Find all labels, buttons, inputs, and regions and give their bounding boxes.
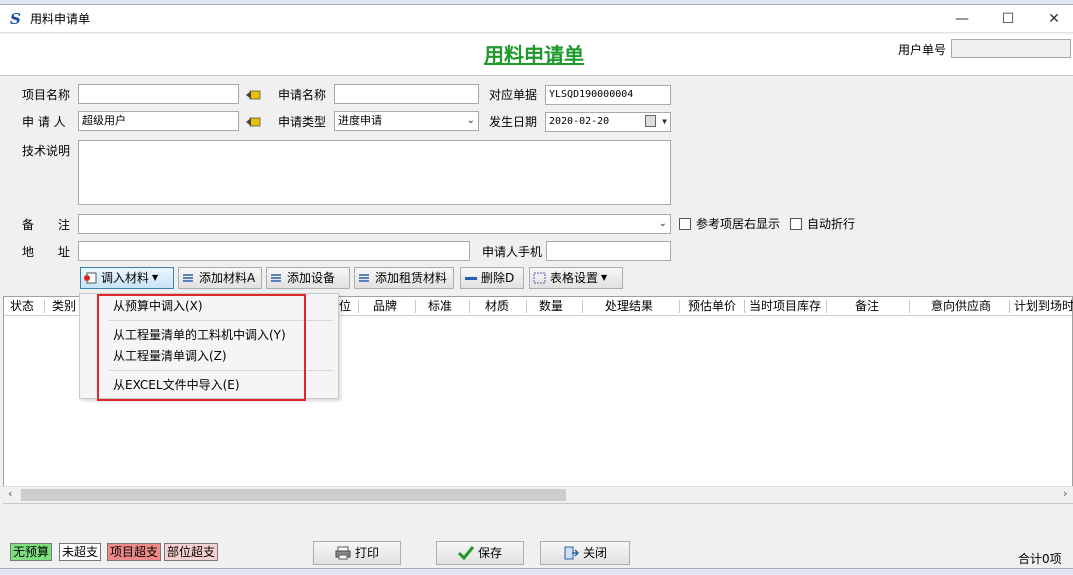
date-value: 2020-02-20 — [549, 116, 610, 127]
add-equipment-label: 添加设备 — [287, 271, 336, 285]
remark-combo[interactable]: ⌄ — [78, 214, 671, 234]
legend-no-budget: 无预算 — [10, 543, 53, 561]
minus-icon — [465, 277, 477, 280]
form-header: 用料申请单 用户单号 — [0, 34, 1073, 76]
col-stock[interactable]: 当时项目库存 — [749, 298, 821, 314]
auto-wrap-label: 自动折行 — [807, 217, 856, 231]
close-window-button[interactable]: ✕ — [1031, 5, 1073, 33]
exit-door-icon — [564, 546, 579, 560]
remark-label: 备 注 — [22, 218, 71, 232]
ref-right-checkbox[interactable] — [679, 218, 691, 230]
form-title: 用料申请单 — [484, 43, 584, 67]
date-label: 发生日期 — [489, 115, 538, 129]
ref-right-label: 参考项居右显示 — [696, 217, 781, 231]
project-name-field[interactable] — [78, 84, 239, 104]
add-material-button[interactable]: 添加材料A — [178, 267, 262, 289]
close-label: 关闭 — [582, 546, 607, 560]
user-no-label: 用户单号 — [898, 43, 947, 57]
save-label: 保存 — [477, 546, 502, 560]
legend-project-over: 项目超支 — [107, 543, 162, 561]
apply-name-label: 申请名称 — [278, 88, 327, 102]
col-plan-arrival[interactable]: 计划到场时 — [1014, 298, 1073, 314]
user-no-field[interactable] — [951, 39, 1071, 58]
col-category[interactable]: 类别 — [52, 298, 76, 314]
project-picker-icon[interactable] — [246, 89, 262, 101]
add-rows-icon — [359, 274, 369, 282]
print-button[interactable]: 打印 — [313, 541, 401, 565]
printer-icon — [335, 546, 351, 560]
col-standard[interactable]: 标准 — [428, 298, 452, 314]
import-material-label: 调入材料 — [101, 271, 150, 285]
col-brand[interactable]: 品牌 — [373, 298, 397, 314]
scroll-right-icon[interactable]: › — [1063, 487, 1067, 501]
scroll-left-icon[interactable]: ‹ — [8, 487, 12, 501]
ref-doc-field[interactable]: YLSQD190000004 — [545, 85, 671, 105]
tech-textarea[interactable] — [78, 140, 671, 205]
applicant-picker-icon[interactable] — [246, 116, 262, 128]
add-rows-icon — [183, 274, 193, 282]
add-equipment-button[interactable]: 添加设备 — [266, 267, 350, 289]
chevron-down-icon: ▼ — [662, 117, 667, 126]
applicant-field[interactable]: 超级用户 — [78, 111, 239, 131]
checkmark-icon — [457, 546, 474, 560]
col-quantity[interactable]: 数量 — [539, 298, 563, 314]
add-rows-icon — [271, 274, 281, 282]
taskbar-strip-bottom — [0, 568, 1073, 575]
apply-type-value: 进度申请 — [338, 114, 382, 127]
col-material[interactable]: 材质 — [485, 298, 509, 314]
legend-not-over: 未超支 — [59, 543, 102, 561]
print-label: 打印 — [354, 546, 379, 560]
phone-label: 申请人手机 — [482, 245, 543, 259]
chevron-down-icon: ⌄ — [466, 115, 475, 126]
add-material-label: 添加材料A — [199, 271, 256, 285]
delete-button[interactable]: 删除D — [460, 267, 524, 289]
applicant-label: 申 请 人 — [22, 115, 66, 129]
col-remark[interactable]: 备注 — [855, 298, 879, 314]
apply-type-select[interactable]: 进度申请 ⌄ — [334, 111, 479, 131]
add-lease-label: 添加租赁材料 — [375, 271, 448, 285]
project-name-label: 项目名称 — [22, 88, 71, 102]
auto-wrap-checkbox[interactable] — [790, 218, 802, 230]
chevron-down-icon: ▼ — [601, 273, 608, 282]
calendar-icon — [645, 115, 656, 127]
apply-name-field[interactable] — [334, 84, 479, 104]
grid-settings-icon — [533, 272, 546, 284]
highlight-box — [97, 294, 306, 401]
table-settings-button[interactable]: 表格设置 ▼ — [529, 267, 623, 289]
save-button[interactable]: 保存 — [436, 541, 524, 565]
app-logo-icon: S — [10, 10, 21, 28]
col-est-price[interactable]: 预估单价 — [688, 298, 736, 314]
add-lease-button[interactable]: 添加租赁材料 — [354, 267, 454, 289]
col-position[interactable]: 位 — [339, 298, 351, 314]
col-supplier[interactable]: 意向供应商 — [931, 298, 991, 314]
delete-label: 删除D — [481, 271, 515, 285]
chevron-down-icon: ⌄ — [658, 218, 667, 229]
import-icon — [84, 272, 97, 284]
close-button[interactable]: 关闭 — [540, 541, 630, 565]
footer-divider — [3, 503, 1073, 535]
window-title: 用料申请单 — [30, 12, 91, 26]
import-material-button[interactable]: 调入材料 ▼ — [80, 267, 174, 289]
ref-doc-label: 对应单据 — [489, 88, 538, 102]
address-field[interactable] — [78, 241, 470, 261]
col-status[interactable]: 状态 — [10, 298, 34, 314]
legend-part-over: 部位超支 — [164, 543, 219, 561]
maximize-button[interactable]: ☐ — [985, 5, 1031, 33]
apply-type-label: 申请类型 — [278, 115, 327, 129]
date-picker[interactable]: 2020-02-20 ▼ — [545, 112, 671, 132]
grid-hscrollbar[interactable]: ‹ › — [3, 486, 1073, 502]
title-bar: S 用料申请单 — ☐ ✕ — [0, 5, 1073, 33]
phone-field[interactable] — [546, 241, 671, 261]
col-result[interactable]: 处理结果 — [605, 298, 653, 314]
total-count: 合计0项 — [1018, 552, 1062, 566]
scroll-thumb[interactable] — [21, 489, 566, 501]
table-settings-label: 表格设置 — [550, 271, 599, 285]
minimize-button[interactable]: — — [939, 5, 985, 33]
tech-label: 技术说明 — [22, 144, 71, 158]
address-label: 地 址 — [22, 245, 71, 259]
chevron-down-icon: ▼ — [152, 273, 159, 282]
